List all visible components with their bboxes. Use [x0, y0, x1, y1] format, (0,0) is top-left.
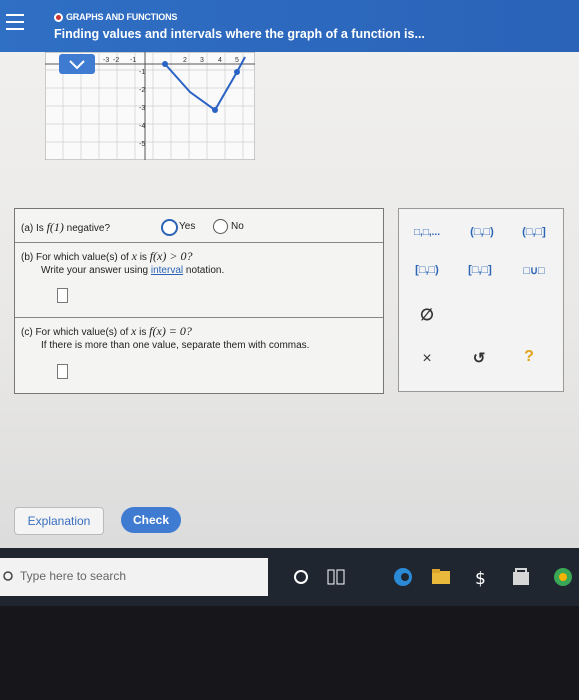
- question-b-hint-end: notation.: [185, 265, 225, 276]
- question-c-is: is: [139, 327, 147, 338]
- union-button[interactable]: □∪□: [511, 264, 557, 277]
- question-b-hint: Write your answer using: [41, 265, 149, 276]
- curve-point: [234, 69, 240, 75]
- x-tick-label: -1: [130, 57, 136, 64]
- open-interval-button[interactable]: (□,□): [459, 226, 505, 238]
- list-button[interactable]: □,□,...: [405, 227, 449, 238]
- question-b-is: is: [139, 252, 147, 263]
- taskbar-search-placeholder: Type here to search: [20, 569, 127, 583]
- y-tick-label: -4: [139, 123, 145, 130]
- radio-yes[interactable]: [161, 219, 178, 236]
- half-open-right-button[interactable]: (□,□]: [511, 226, 557, 238]
- y-tick-label: -3: [139, 105, 145, 112]
- question-c: (c) For which value(s) of x is f(x) = 0?…: [15, 317, 383, 392]
- y-tick-label: -2: [139, 87, 145, 94]
- taskbar-search-box[interactable]: Type here to search: [0, 558, 268, 596]
- edge-browser-icon[interactable]: [392, 566, 414, 588]
- menu-icon[interactable]: [6, 14, 24, 30]
- x-tick-label: 3: [200, 57, 204, 64]
- function-graph: -3 -2 -1 2 3 4 5 -1 -2 -3 -4 -5: [45, 52, 255, 160]
- x-tick-label: -2: [113, 57, 119, 64]
- closed-interval-button[interactable]: [□,□]: [457, 264, 503, 276]
- file-explorer-icon[interactable]: [430, 566, 452, 588]
- half-open-left-button[interactable]: [□,□): [403, 264, 451, 276]
- svg-text:$: $: [475, 569, 486, 588]
- answer-c-input[interactable]: [57, 364, 68, 379]
- question-a-expr: f(1): [46, 220, 64, 234]
- curve-point: [162, 61, 168, 67]
- radio-no[interactable]: [213, 219, 228, 234]
- question-b: (b) For which value(s) of x is f(x) > 0?…: [15, 242, 383, 318]
- question-a: (a) Is f(1) negative? Yes No: [15, 209, 383, 243]
- search-icon: [3, 571, 13, 581]
- question-c-prefix: (c) For which value(s) of: [21, 327, 129, 338]
- clear-icon[interactable]: ×: [407, 350, 447, 368]
- question-b-expr: f(x) > 0?: [149, 249, 193, 263]
- question-c-expr: f(x) = 0?: [149, 324, 192, 338]
- question-panel: (a) Is f(1) negative? Yes No (b) For whi…: [14, 208, 384, 394]
- cortana-icon[interactable]: [290, 566, 312, 588]
- interval-link[interactable]: interval: [151, 265, 183, 276]
- question-b-var: x: [131, 249, 137, 263]
- browser-screen: GRAPHS AND FUNCTIONS Finding values and …: [0, 0, 579, 548]
- chrome-icon[interactable]: [552, 566, 574, 588]
- y-tick-label: -1: [139, 69, 145, 76]
- curve-point: [212, 107, 218, 113]
- y-tick-label: -5: [139, 141, 145, 148]
- app-icon[interactable]: $: [470, 566, 492, 588]
- collapse-button[interactable]: [59, 54, 95, 74]
- task-view-icon[interactable]: [325, 566, 347, 588]
- question-a-suffix: negative?: [66, 223, 111, 234]
- header-bar: GRAPHS AND FUNCTIONS Finding values and …: [0, 0, 579, 52]
- help-icon[interactable]: ?: [509, 348, 549, 366]
- question-c-hint: If there is more than one value, separat…: [41, 340, 310, 351]
- x-tick-label: 4: [218, 57, 222, 64]
- question-b-prefix: (b) For which value(s) of: [21, 252, 129, 263]
- explanation-button[interactable]: Explanation: [14, 507, 104, 535]
- radio-no-label: No: [231, 221, 244, 232]
- radio-yes-label: Yes: [179, 221, 196, 232]
- topic-status-icon: [54, 13, 63, 22]
- x-tick-label: -3: [103, 57, 109, 64]
- monitor-bezel: [0, 606, 579, 700]
- x-tick-label: 5: [235, 57, 239, 64]
- page-title: Finding values and intervals where the g…: [54, 27, 425, 41]
- question-c-var: x: [131, 324, 137, 338]
- check-button[interactable]: Check: [121, 507, 181, 533]
- math-palette: □,□,... (□,□) (□,□] [□,□) [□,□] □∪□ ∅ × …: [398, 208, 564, 392]
- undo-icon[interactable]: ↺: [459, 349, 499, 367]
- empty-set-button[interactable]: ∅: [407, 305, 447, 325]
- x-tick-label: 2: [183, 57, 187, 64]
- question-a-prefix: (a) Is: [21, 223, 44, 234]
- store-icon[interactable]: [510, 566, 532, 588]
- taskbar: Type here to search $: [0, 548, 579, 606]
- answer-b-input[interactable]: [57, 288, 68, 303]
- topic-label: GRAPHS AND FUNCTIONS: [66, 12, 178, 22]
